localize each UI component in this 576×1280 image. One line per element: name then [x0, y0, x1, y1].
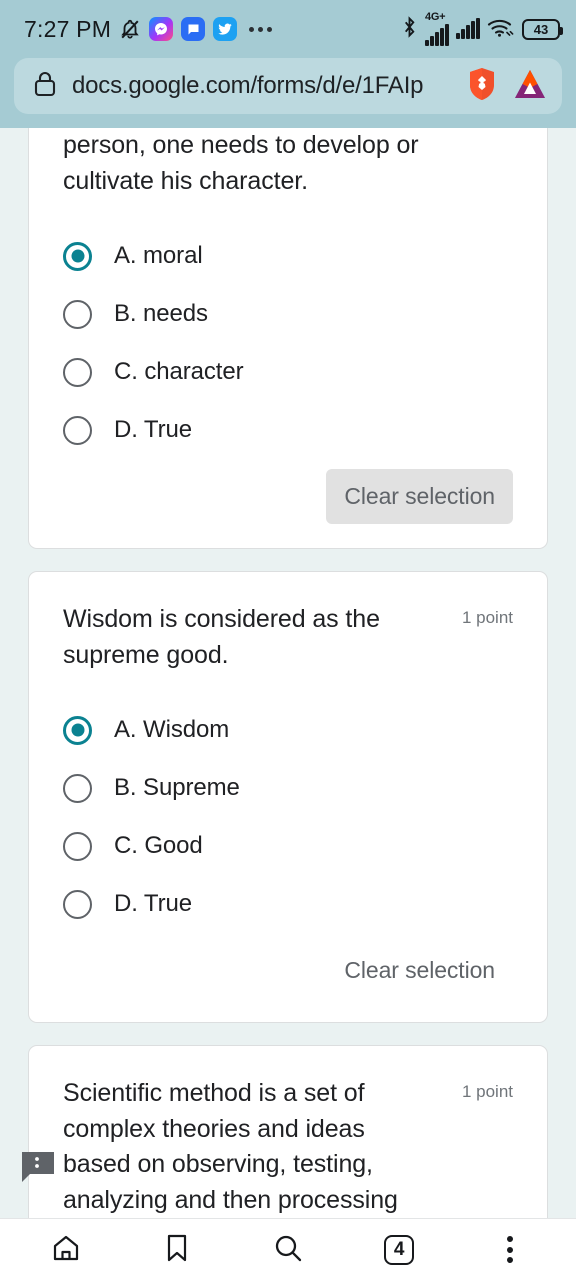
- option-row[interactable]: D. True: [63, 875, 513, 933]
- radio-button[interactable]: [63, 831, 92, 861]
- bluetooth-icon: [401, 15, 418, 44]
- question-points: 1 point: [461, 1082, 513, 1101]
- home-button[interactable]: [34, 1224, 98, 1276]
- radio-button[interactable]: [63, 357, 92, 387]
- twitter-icon: [213, 17, 238, 41]
- google-messages-icon: [181, 17, 206, 41]
- question-header: Scientific method is a set of complex th…: [63, 1076, 513, 1218]
- browser-toolbar: docs.google.com/forms/d/e/1FAIp: [0, 58, 576, 128]
- radio-button[interactable]: [63, 889, 92, 919]
- tab-switcher-button[interactable]: 4: [367, 1224, 431, 1276]
- option-label: A. Wisdom: [114, 716, 230, 743]
- option-label: A. moral: [114, 242, 203, 269]
- bat-rewards-icon[interactable]: [512, 67, 548, 106]
- clear-selection-row: Clear selection: [63, 943, 513, 998]
- bookmarks-icon: [162, 1232, 192, 1267]
- tab-count-badge: 4: [384, 1234, 415, 1265]
- question-header: person, one needs to develop or cultivat…: [63, 128, 513, 199]
- option-label: D. True: [114, 416, 192, 443]
- more-menu-button[interactable]: [478, 1224, 542, 1276]
- option-row[interactable]: A. Wisdom: [63, 701, 513, 759]
- radio-button[interactable]: [63, 299, 92, 329]
- search-icon: [272, 1232, 304, 1267]
- option-label: D. True: [114, 890, 192, 917]
- radio-button[interactable]: [63, 715, 92, 745]
- option-row[interactable]: A. moral: [63, 227, 513, 285]
- clear-selection-row: Clear selection: [63, 469, 513, 524]
- address-bar[interactable]: docs.google.com/forms/d/e/1FAIp: [14, 58, 562, 114]
- option-row[interactable]: C. Good: [63, 817, 513, 875]
- option-label: B. needs: [114, 300, 208, 327]
- more-notifications-icon: [249, 26, 273, 32]
- search-button[interactable]: [256, 1224, 320, 1276]
- question-text: person, one needs to develop or cultivat…: [63, 131, 419, 195]
- status-bar-right: 4G+ 43: [401, 12, 563, 46]
- bell-muted-icon: [119, 17, 141, 41]
- bookmarks-button[interactable]: [145, 1224, 209, 1276]
- question-points: 1 point: [461, 608, 513, 627]
- status-bar-left: 7:27 PM: [24, 15, 273, 43]
- radio-button[interactable]: [63, 415, 92, 445]
- question-header: Wisdom is considered as the supreme good…: [63, 602, 513, 673]
- radio-button[interactable]: [63, 241, 92, 271]
- option-label: C. Good: [114, 832, 203, 859]
- cellular-signal-1-icon: 4G+: [425, 12, 449, 46]
- radio-button[interactable]: [63, 773, 92, 803]
- option-row[interactable]: C. character: [63, 343, 513, 401]
- option-row[interactable]: B. Supreme: [63, 759, 513, 817]
- wifi-icon: [487, 15, 515, 44]
- battery-icon: 43: [522, 18, 563, 40]
- status-bar: 7:27 PM 4G+ 43: [0, 0, 576, 58]
- option-label: B. Supreme: [114, 774, 240, 801]
- option-row[interactable]: B. needs: [63, 285, 513, 343]
- question-card: Scientific method is a set of complex th…: [28, 1045, 548, 1218]
- report-feedback-icon[interactable]: [18, 1150, 56, 1184]
- options-list: A. moral B. needs C. character D. True: [63, 227, 513, 459]
- clear-selection-button[interactable]: Clear selection: [326, 469, 513, 524]
- form-scroll-area[interactable]: person, one needs to develop or cultivat…: [0, 128, 576, 1218]
- option-label: C. character: [114, 358, 244, 385]
- question-card: Wisdom is considered as the supreme good…: [28, 571, 548, 1023]
- status-time: 7:27 PM: [24, 15, 112, 42]
- url-text[interactable]: docs.google.com/forms/d/e/1FAIp: [72, 72, 452, 100]
- cellular-signal-2-icon: [456, 18, 480, 39]
- lock-icon: [32, 69, 58, 104]
- brave-shield-icon[interactable]: [466, 67, 498, 106]
- question-card: person, one needs to develop or cultivat…: [28, 128, 548, 549]
- home-icon: [50, 1232, 82, 1267]
- messenger-icon: [149, 17, 174, 41]
- question-text: Wisdom is considered as the supreme good…: [63, 605, 380, 669]
- options-list: A. Wisdom B. Supreme C. Good D. True: [63, 701, 513, 933]
- browser-bottom-nav: 4: [0, 1218, 576, 1280]
- question-text: Scientific method is a set of complex th…: [63, 1079, 398, 1214]
- option-row[interactable]: D. True: [63, 401, 513, 459]
- clear-selection-button[interactable]: Clear selection: [326, 943, 513, 998]
- more-menu-icon: [507, 1236, 514, 1263]
